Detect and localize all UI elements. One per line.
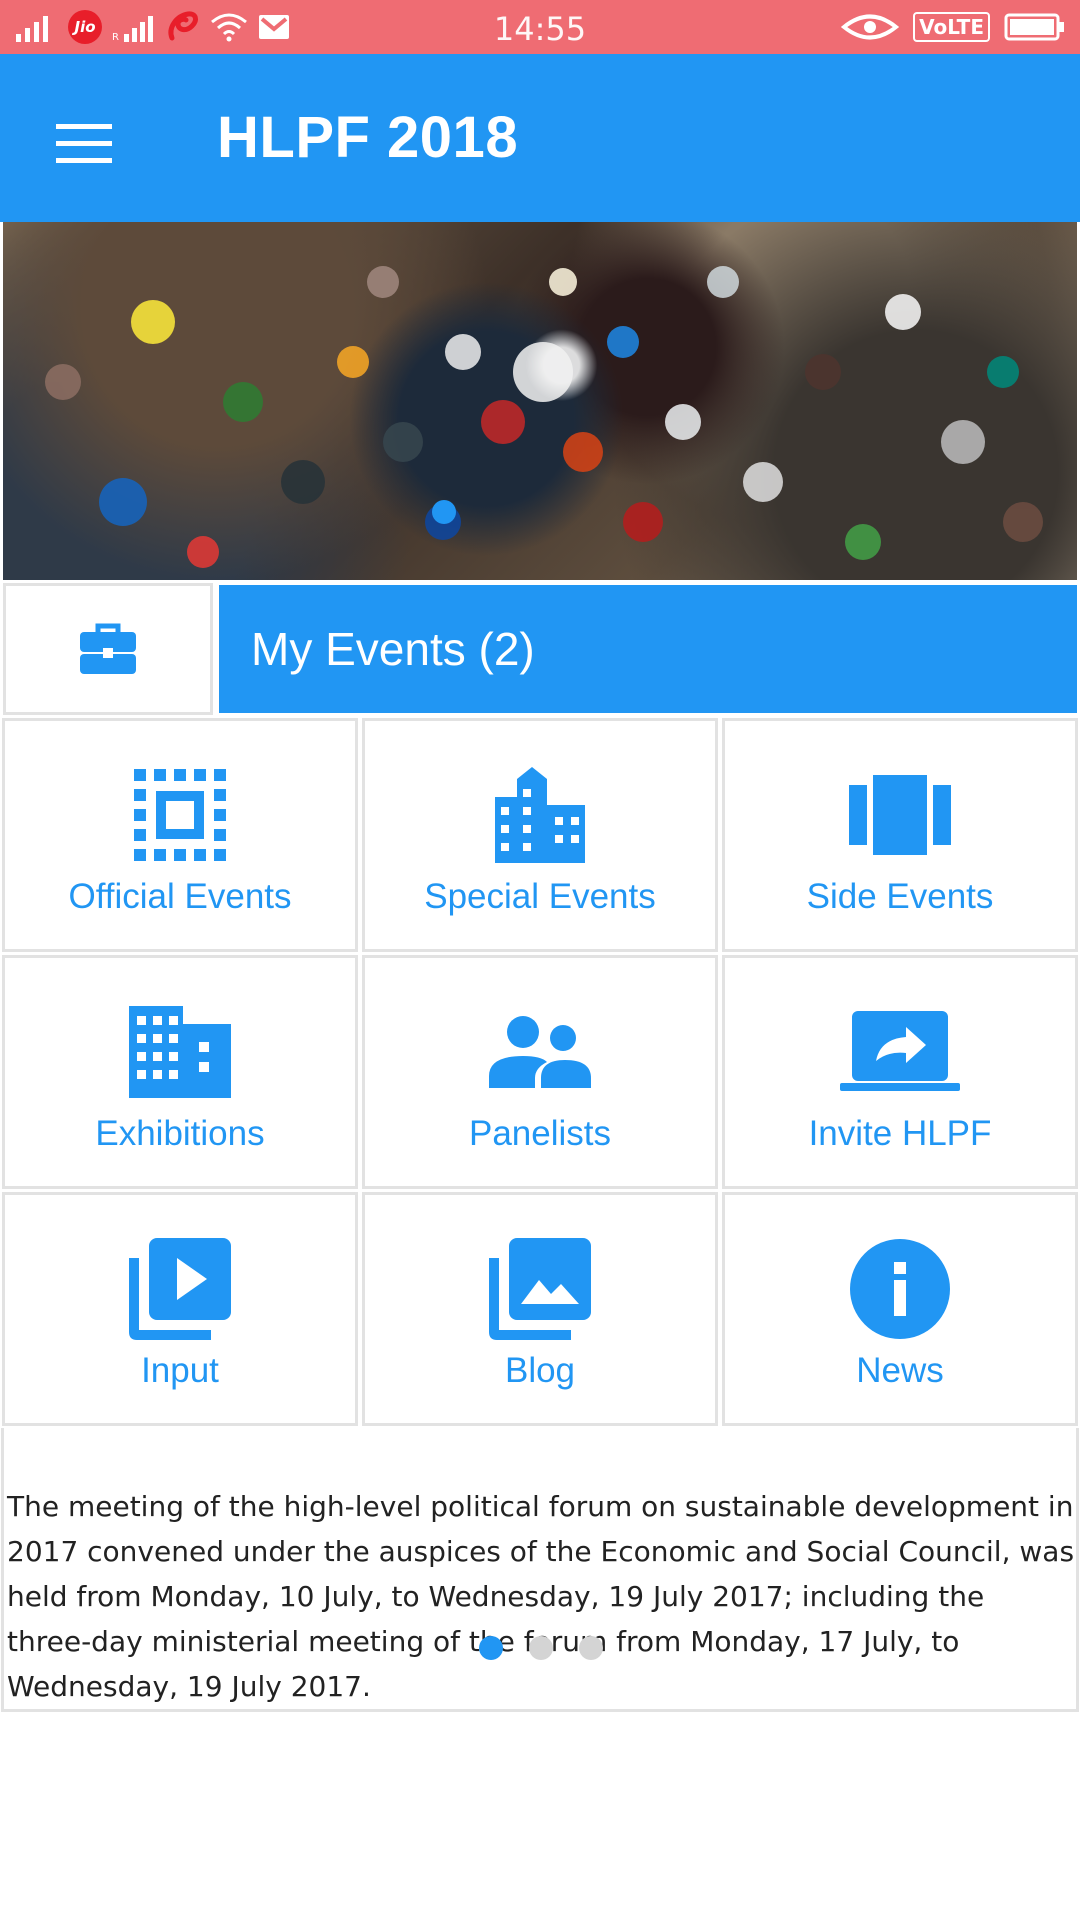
my-events-button[interactable]: My Events (2)	[219, 585, 1077, 713]
tile-side-events[interactable]: Side Events	[722, 718, 1078, 952]
pager-dot[interactable]	[529, 1636, 553, 1660]
tile-input[interactable]: Input	[2, 1192, 358, 1426]
hamburger-menu-icon	[56, 124, 112, 163]
description-card: The meeting of the high-level political …	[1, 1428, 1079, 1712]
carousel-icon	[849, 775, 951, 855]
tile-label: Invite HLPF	[808, 1114, 992, 1153]
tile-panelists[interactable]: Panelists	[362, 955, 718, 1189]
tile-label: Special Events	[424, 877, 656, 916]
building-icon	[495, 767, 585, 863]
tile-label: Official Events	[68, 877, 292, 916]
tile-label: Input	[141, 1351, 219, 1390]
my-events-icon-cell[interactable]	[3, 583, 213, 715]
tile-official-events[interactable]: Official Events	[2, 718, 358, 952]
tile-label: News	[856, 1351, 944, 1390]
banner-carousel-indicator	[432, 500, 456, 524]
pager-dot-active[interactable]	[479, 1636, 503, 1660]
tile-label: Exhibitions	[95, 1114, 265, 1153]
pager-dot[interactable]	[579, 1636, 603, 1660]
battery-icon	[1004, 13, 1064, 41]
my-events-label: My Events (2)	[251, 623, 535, 675]
app-bar: HLPF 2018	[0, 54, 1080, 222]
description-pager	[479, 1636, 603, 1660]
people-icon	[489, 1016, 591, 1088]
tile-label: Blog	[504, 1351, 576, 1390]
description-text: The meeting of the high-level political …	[7, 1490, 1075, 1703]
tile-special-events[interactable]: Special Events	[362, 718, 718, 952]
my-events-row: My Events (2)	[0, 580, 1080, 720]
app-title: HLPF 2018	[217, 105, 519, 170]
tile-invite-hlpf[interactable]: Invite HLPF	[722, 955, 1078, 1189]
official-events-icon	[134, 769, 226, 861]
info-icon	[850, 1239, 950, 1339]
volte-icon: VoLTE	[913, 12, 990, 42]
eye-icon	[841, 14, 900, 40]
tile-exhibitions[interactable]: Exhibitions	[2, 955, 358, 1189]
tile-label: Panelists	[468, 1114, 612, 1153]
laptop-share-icon	[840, 1011, 960, 1091]
city-icon	[129, 1006, 231, 1098]
tile-blog[interactable]: Blog	[362, 1192, 718, 1426]
banner-carousel[interactable]	[3, 222, 1077, 580]
tile-label: Side Events	[806, 877, 994, 916]
tile-news[interactable]: News	[722, 1192, 1078, 1426]
video-library-icon	[129, 1238, 231, 1340]
status-right-icons: VoLTE	[841, 8, 1066, 46]
photo-library-icon	[489, 1238, 591, 1340]
crowd-photo	[45, 266, 1043, 568]
status-bar: Jio R 14:55 VoLTE	[0, 0, 1080, 54]
briefcase-icon	[80, 623, 136, 674]
menu-button[interactable]	[40, 100, 128, 188]
